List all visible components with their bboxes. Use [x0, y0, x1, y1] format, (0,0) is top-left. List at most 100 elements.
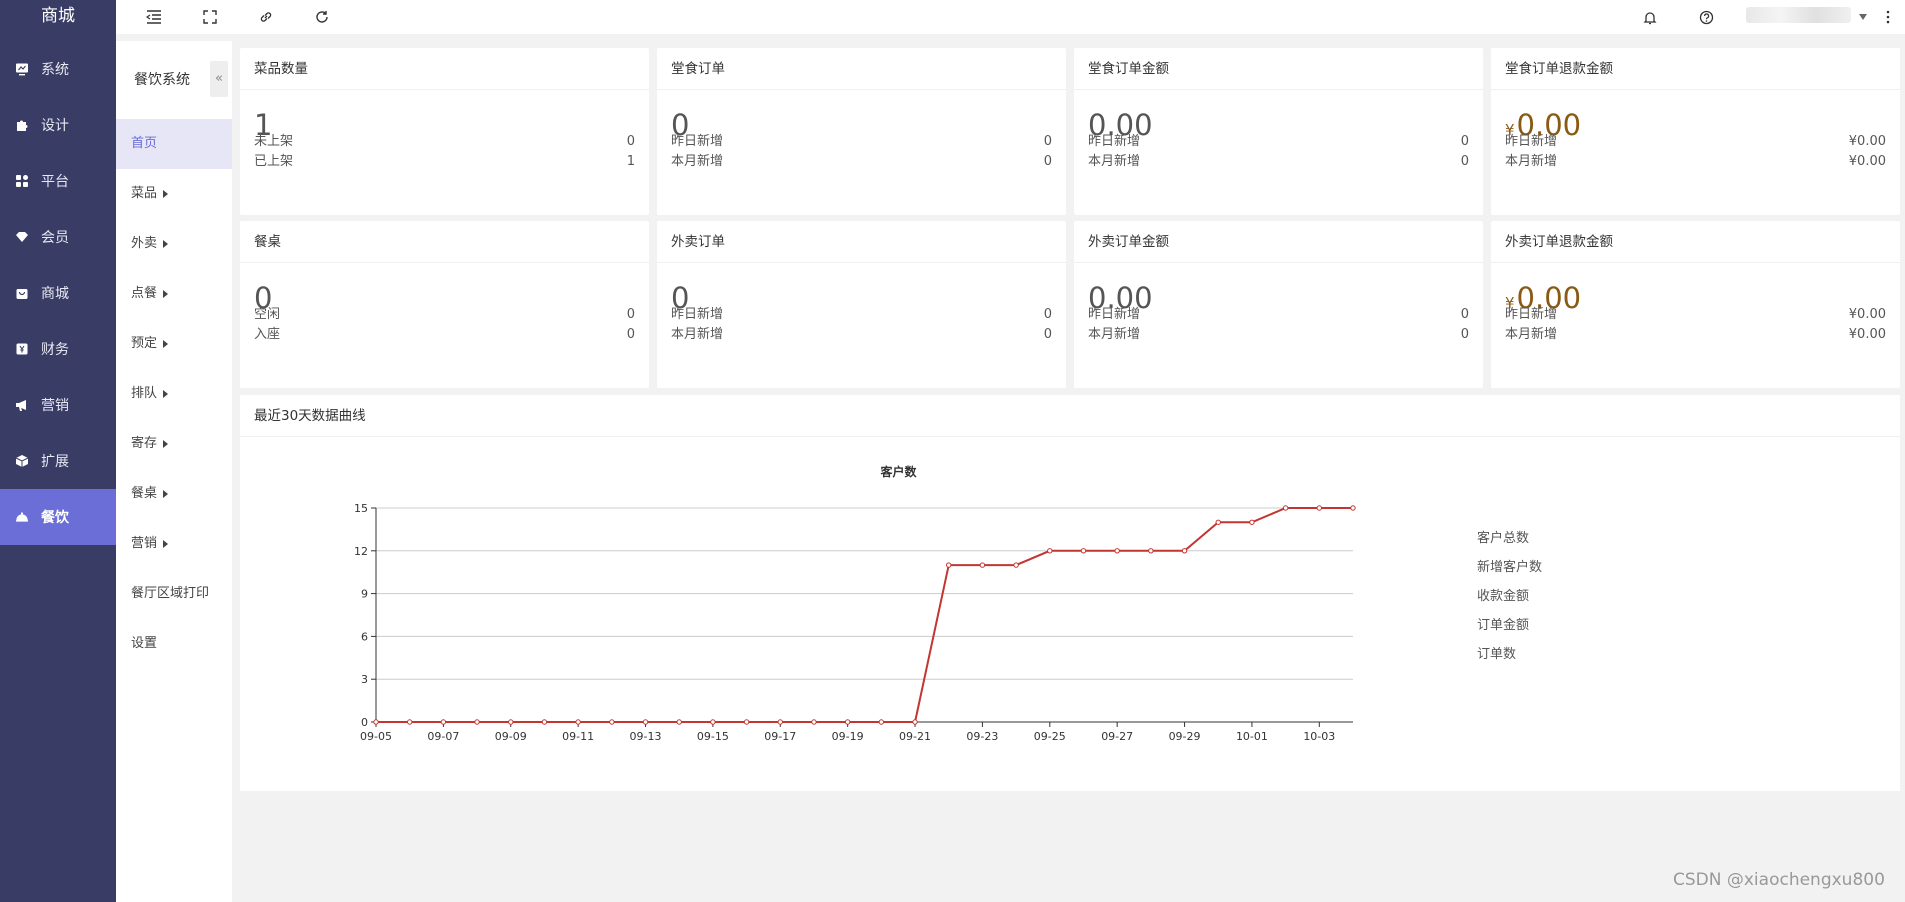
caret-right-icon: [163, 489, 169, 498]
sub-nav-label: 餐桌: [131, 486, 158, 501]
data-point: [878, 719, 885, 725]
sub-nav-item-2[interactable]: 菜品: [116, 169, 232, 219]
fullscreen-icon[interactable]: [200, 7, 220, 27]
card-row: 入座 0: [254, 325, 635, 345]
legend-item[interactable]: 订单数: [1477, 643, 1516, 662]
sub-nav-item-8[interactable]: 餐桌: [116, 469, 232, 519]
card-title: 堂食订单金额: [1074, 48, 1483, 90]
bell-icon[interactable]: [1640, 7, 1660, 27]
main-nav-item-1[interactable]: 系统: [0, 41, 116, 97]
sub-nav-label: 餐厅区域打印: [131, 586, 210, 601]
card-row: 本月新增 0: [1088, 325, 1469, 345]
y-tick-label: 0: [361, 716, 368, 729]
main-nav-label: 平台: [41, 174, 69, 190]
sub-nav-item-7[interactable]: 寄存: [116, 419, 232, 469]
main-nav-label: 财务: [41, 342, 69, 358]
sub-nav-item-11[interactable]: 设置: [116, 619, 232, 669]
data-point: [440, 719, 447, 725]
main-nav-item-6[interactable]: 财务: [0, 321, 116, 377]
diamond-icon: [15, 230, 29, 244]
megaphone-icon: [15, 398, 29, 412]
data-point: [1114, 548, 1120, 554]
data-point: [508, 719, 514, 725]
x-tick-label: 09-27: [1101, 730, 1133, 743]
main-nav-item-8[interactable]: 扩展: [0, 433, 116, 489]
card-row: 昨日新增 ¥0.00: [1505, 132, 1886, 152]
card-row-label: 昨日新增: [1505, 134, 1558, 149]
sub-nav-item-6[interactable]: 排队: [116, 369, 232, 419]
card-row-label: 未上架: [254, 134, 294, 149]
data-point: [811, 719, 817, 725]
y-tick-label: 3: [361, 673, 368, 686]
refresh-icon[interactable]: [312, 7, 332, 27]
main-nav-item-3[interactable]: 平台: [0, 153, 116, 209]
caret-right-icon: [163, 389, 169, 398]
chart-card: 最近30天数据曲线 客户数 0 3 6 9 12 15 09-05 09-07 09-09 09-1…: [240, 395, 1900, 791]
data-point: [912, 719, 918, 725]
y-tick-label: 15: [354, 502, 368, 515]
card-row-label: 本月新增: [1505, 154, 1558, 169]
data-point: [979, 562, 986, 568]
legend-item[interactable]: 客户总数: [1477, 527, 1529, 546]
x-tick-label: 09-19: [832, 730, 864, 743]
stat-card: 堂食订单 0 昨日新增 0 本月新增 0: [657, 48, 1066, 215]
card-row-value: ¥0.00: [1848, 134, 1886, 149]
y-tick-label: 12: [354, 545, 368, 558]
main-nav-label: 扩展: [41, 454, 69, 470]
data-point: [373, 719, 379, 725]
menu-fold-icon[interactable]: [144, 7, 164, 27]
sub-nav-item-10[interactable]: 餐厅区域打印: [116, 569, 232, 619]
data-point: [541, 719, 548, 725]
main-nav-item-9[interactable]: 餐饮: [0, 489, 116, 545]
card-row: 本月新增 ¥0.00: [1505, 325, 1886, 345]
data-point: [710, 719, 716, 725]
x-tick-label: 09-09: [495, 730, 527, 743]
x-tick-label: 09-29: [1169, 730, 1201, 743]
card-row-label: 昨日新增: [671, 307, 724, 322]
card-row: 本月新增 0: [1088, 152, 1469, 172]
sub-nav-item-5[interactable]: 预定: [116, 319, 232, 369]
main-nav-item-4[interactable]: 会员: [0, 209, 116, 265]
watermark: CSDN @xiaochengxu800: [1673, 870, 1885, 890]
legend-item[interactable]: 收款金额: [1477, 585, 1529, 604]
card-row-value: 0: [1043, 327, 1052, 342]
card-row-value: 1: [626, 154, 635, 169]
main-nav-item-5[interactable]: 商城: [0, 265, 116, 321]
collapse-sidebar-button[interactable]: «: [210, 61, 228, 97]
card-row-value: 0: [1460, 154, 1469, 169]
main-nav-item-2[interactable]: 设计: [0, 97, 116, 153]
card-row-value: 0: [1460, 134, 1469, 149]
stat-card: 餐桌 0 空闲 0 入座 0: [240, 221, 649, 388]
chevron-down-icon[interactable]: [1853, 7, 1873, 27]
card-row-label: 空闲: [254, 307, 281, 322]
card-row-value: 0: [626, 134, 635, 149]
x-tick-label: 09-21: [899, 730, 931, 743]
card-row: 本月新增 ¥0.00: [1505, 152, 1886, 172]
sub-nav-label: 营销: [131, 536, 158, 551]
sub-nav-label: 寄存: [131, 436, 158, 451]
stat-card: 外卖订单 0 昨日新增 0 本月新增 0: [657, 221, 1066, 388]
user-name-blurred[interactable]: [1746, 7, 1851, 23]
more-vertical-icon[interactable]: [1878, 7, 1898, 27]
main-nav-label: 会员: [41, 230, 69, 246]
card-row-value: 0: [1043, 307, 1052, 322]
main-nav-label: 设计: [41, 118, 69, 134]
sub-nav-label: 点餐: [131, 286, 158, 301]
sub-nav-item-9[interactable]: 营销: [116, 519, 232, 569]
sub-nav-item-3[interactable]: 外卖: [116, 219, 232, 269]
legend-item[interactable]: 新增客户数: [1477, 556, 1542, 575]
x-tick-label: 09-23: [966, 730, 998, 743]
sub-nav-label: 首页: [131, 136, 158, 151]
sub-nav-item-1[interactable]: 首页: [116, 119, 232, 169]
caret-right-icon: [163, 439, 169, 448]
data-point: [676, 719, 682, 725]
link-icon[interactable]: [256, 7, 276, 27]
x-tick-label: 10-01: [1236, 730, 1268, 743]
help-icon[interactable]: [1696, 7, 1716, 27]
data-point: [1249, 519, 1255, 525]
legend-item[interactable]: 订单金额: [1477, 614, 1529, 633]
sub-nav-item-4[interactable]: 点餐: [116, 269, 232, 319]
main-nav-item-7[interactable]: 营销: [0, 377, 116, 433]
data-point: [946, 562, 952, 568]
card-row-label: 入座: [254, 327, 281, 342]
